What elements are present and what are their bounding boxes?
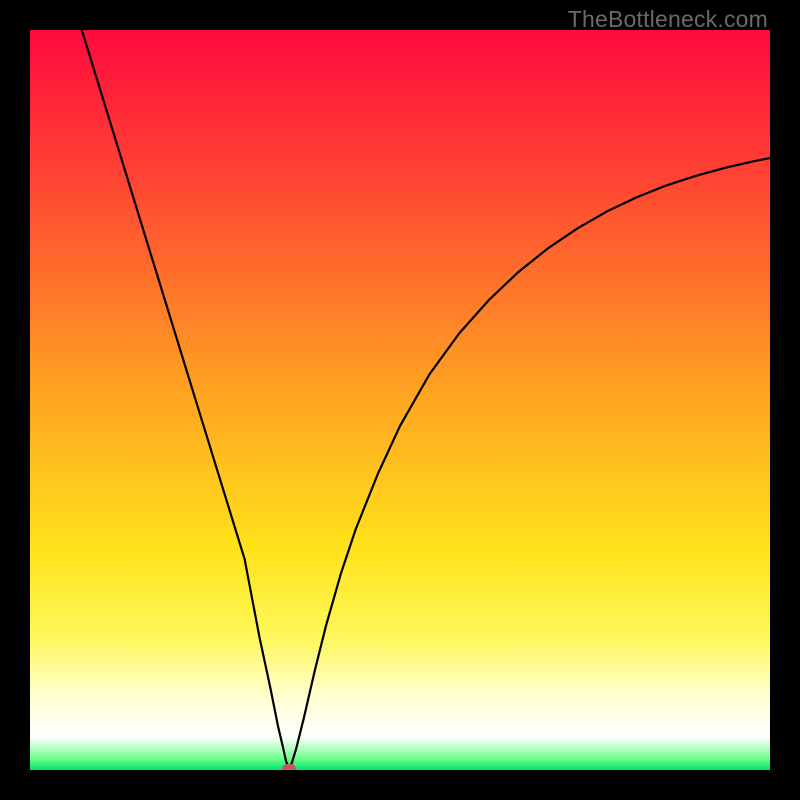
optimal-point-marker <box>282 764 296 770</box>
bottleneck-curve <box>30 30 770 770</box>
plot-area <box>30 30 770 770</box>
chart-frame: TheBottleneck.com <box>0 0 800 800</box>
watermark-label: TheBottleneck.com <box>568 6 768 33</box>
